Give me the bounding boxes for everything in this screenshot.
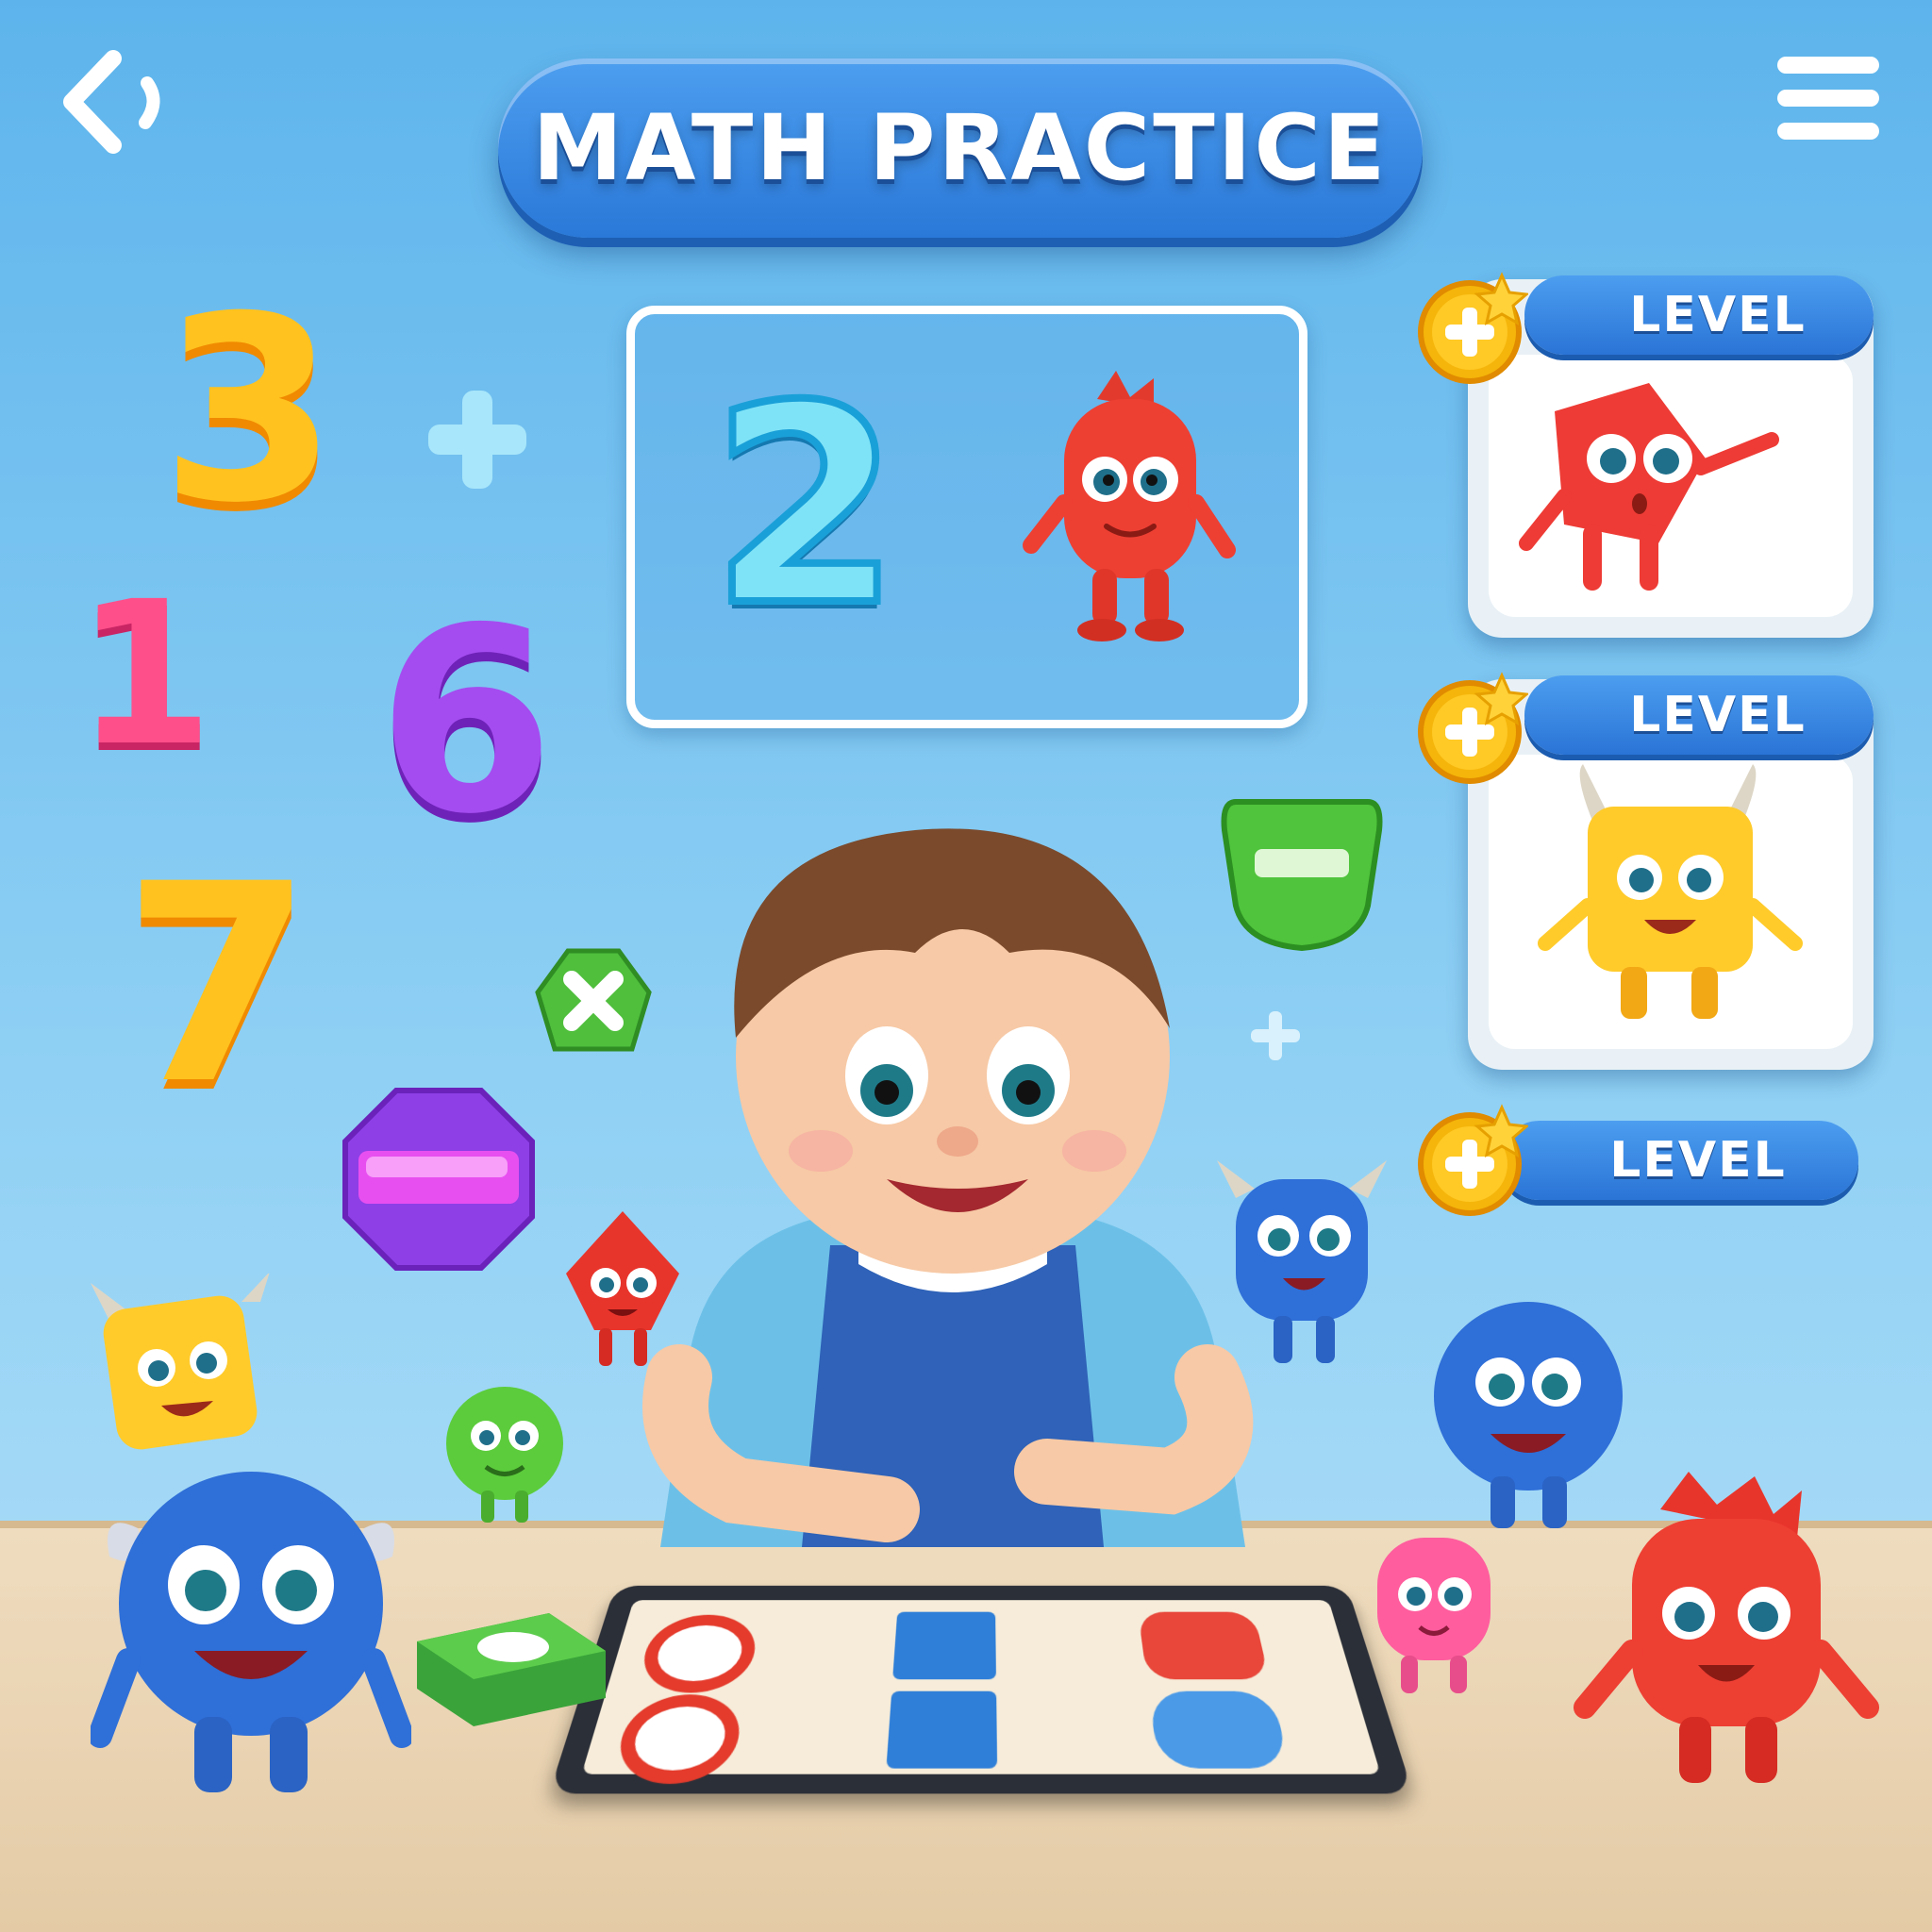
level-banner-1: LEVEL (1524, 275, 1874, 355)
floating-number-7: 7 (123, 826, 313, 1144)
plus-star-coin-icon (1418, 1104, 1528, 1216)
red-monster-character (1023, 371, 1236, 641)
tablet-tile-circle[interactable] (634, 1614, 762, 1693)
tablet-device[interactable] (548, 1585, 1414, 1794)
tablet-screen[interactable] (581, 1600, 1381, 1784)
level-banner-2: LEVEL (1524, 675, 1874, 755)
boy-character (642, 828, 1254, 1547)
tablet-tile-circle[interactable] (608, 1694, 747, 1784)
floating-number-3: 3 (160, 261, 338, 558)
green-block (417, 1613, 606, 1726)
tablet-tile-block[interactable] (886, 1690, 998, 1769)
featured-number-card[interactable]: 2 (626, 306, 1307, 728)
yellow-monster-character (91, 1274, 270, 1450)
plus-icon (428, 391, 526, 489)
minus-icon (342, 1088, 535, 1271)
featured-number: 2 (707, 348, 905, 666)
level-card-1-image (1489, 355, 1853, 617)
tablet-tile-block[interactable] (892, 1611, 996, 1680)
red-monster-character (1574, 1472, 1879, 1783)
hamburger-menu-icon (1777, 57, 1879, 140)
floating-number-6: 6 (377, 573, 555, 870)
level-card-3[interactable]: LEVEL (1415, 1104, 1858, 1217)
tablet-tile-monster[interactable] (1148, 1690, 1291, 1769)
back-button[interactable] (55, 45, 168, 158)
pink-monster-character (1377, 1538, 1491, 1693)
green-monster-character (446, 1387, 563, 1523)
level-card-2[interactable]: LEVEL (1418, 672, 1874, 1070)
back-arrow-icon (63, 50, 160, 154)
red-monster-character (566, 1211, 679, 1366)
red-shape-monster-character (1519, 383, 1779, 591)
level-card-1[interactable]: LEVEL (1418, 272, 1874, 638)
level-card-2-image (1489, 755, 1853, 1049)
plus-star-coin-icon (1418, 272, 1528, 384)
yellow-horned-monster-character (1538, 764, 1803, 1019)
menu-button[interactable] (1774, 53, 1883, 143)
page-title: MATH PRACTICE (532, 95, 1389, 201)
floating-number-1: 1 (75, 558, 214, 790)
level-label: LEVEL (1609, 1132, 1787, 1189)
level-banner-3: LEVEL (1500, 1121, 1858, 1200)
level-label: LEVEL (1629, 687, 1807, 743)
tablet-tile-monster[interactable] (1138, 1611, 1270, 1680)
blue-monster-character (91, 1472, 411, 1792)
title-banner: MATH PRACTICE (498, 58, 1423, 238)
plus-star-coin-icon (1418, 672, 1528, 784)
level-label: LEVEL (1629, 287, 1807, 343)
blue-monster-character (1217, 1160, 1387, 1363)
